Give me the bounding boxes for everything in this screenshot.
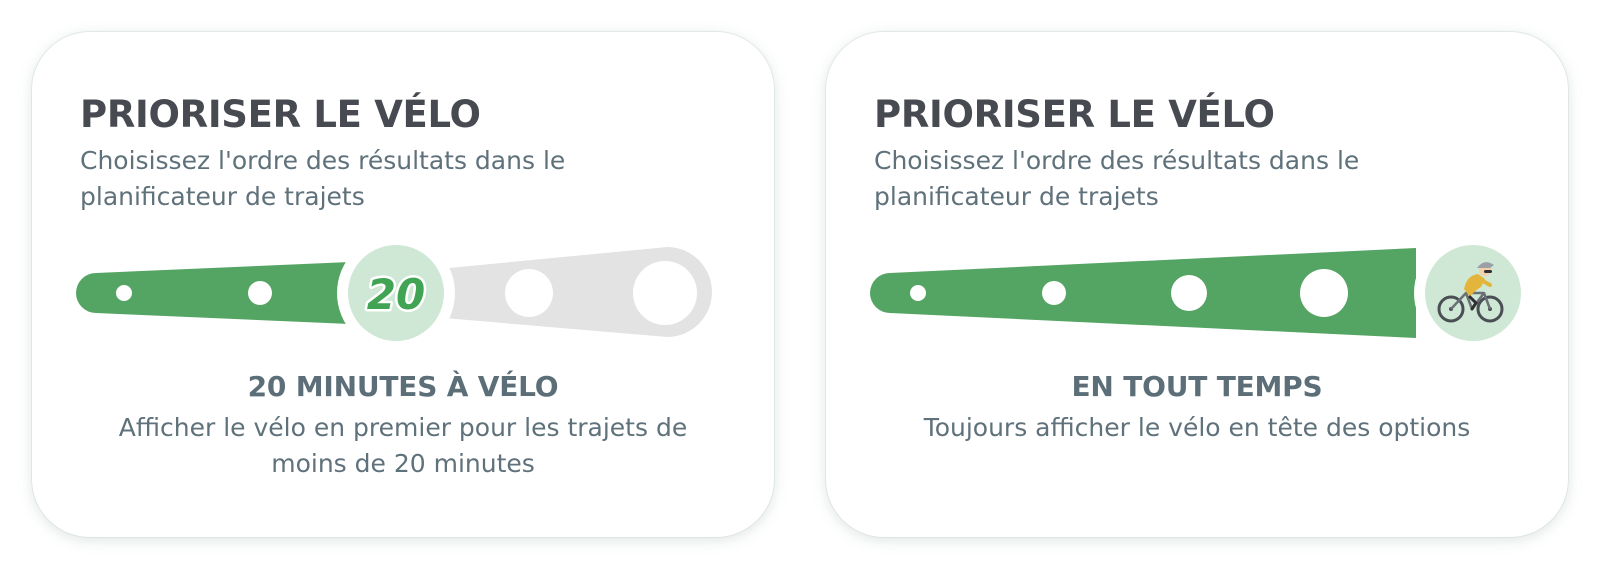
slider-step-2[interactable] — [248, 281, 272, 305]
slider-knob[interactable]: 20 — [337, 234, 455, 352]
slider-knob-label: 20 — [367, 270, 425, 319]
bike-priority-slider[interactable] — [826, 227, 1568, 362]
card-subtitle: Choisissez l'ordre des résultats dans le… — [80, 146, 566, 211]
slider-step-3[interactable] — [1171, 275, 1207, 311]
option-description: Toujours afficher le vélo en tête des op… — [923, 413, 1471, 442]
card-title: PRIORISER LE VÉLO — [874, 93, 1275, 136]
slider-step-2[interactable] — [1042, 281, 1066, 305]
slider-step-4[interactable] — [1300, 269, 1348, 317]
slider-step-1[interactable] — [116, 285, 132, 301]
card-subtitle: Choisissez l'ordre des résultats dans le… — [874, 146, 1360, 211]
card-title: PRIORISER LE VÉLO — [80, 93, 481, 136]
bike-priority-card-always: PRIORISER LE VÉLO Choisissez l'ordre des… — [826, 32, 1568, 537]
bike-priority-card-20-minutes: PRIORISER LE VÉLO Choisissez l'ordre des… — [32, 32, 774, 537]
slider-step-5[interactable] — [633, 261, 697, 325]
slider-step-1[interactable] — [910, 285, 926, 301]
option-title: EN TOUT TEMPS — [1071, 370, 1323, 403]
option-title: 20 MINUTES À VÉLO — [247, 370, 559, 403]
settings-panel: PRIORISER LE VÉLO Choisissez l'ordre des… — [0, 0, 1600, 568]
slider-step-4[interactable] — [505, 269, 553, 317]
bike-priority-slider[interactable]: 20 — [32, 227, 774, 362]
slider-knob[interactable] — [1414, 234, 1532, 352]
option-description: Afficher le vélo en premier pour les tra… — [118, 413, 688, 478]
